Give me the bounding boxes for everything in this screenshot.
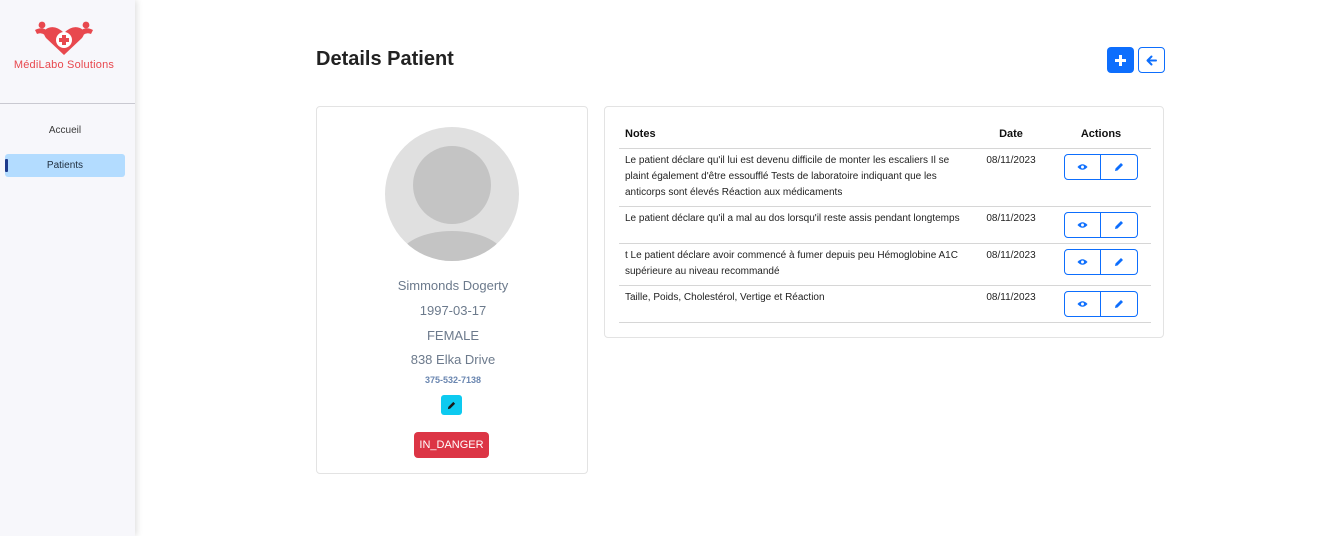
medilabo-logo-icon xyxy=(35,21,93,55)
edit-note-button[interactable] xyxy=(1101,211,1138,238)
user-placeholder-icon xyxy=(400,146,504,261)
notes-table: Notes Date Actions Le patient déclare qu… xyxy=(619,120,1151,323)
table-row: Le patient déclare qu'il lui est devenu … xyxy=(619,148,1151,207)
table-header-row: Notes Date Actions xyxy=(619,120,1151,149)
sidebar-divider xyxy=(0,103,135,104)
plus-icon xyxy=(1115,54,1126,66)
note-text: Le patient déclare qu'il a mal au dos lo… xyxy=(619,206,971,244)
patient-name: Simmonds Dogerty xyxy=(397,278,509,293)
view-note-button[interactable] xyxy=(1064,290,1101,317)
sidebar-item-patients[interactable]: Patients xyxy=(5,154,125,177)
patient-card: Simmonds Dogerty 1997-03-17 FEMALE 838 E… xyxy=(316,106,588,474)
edit-note-button[interactable] xyxy=(1101,290,1138,317)
status-badge: IN_DANGER xyxy=(414,432,489,458)
note-date: 08/11/2023 xyxy=(971,148,1051,207)
page-title: Details Patient xyxy=(316,48,454,70)
eye-icon xyxy=(1077,163,1088,170)
column-header-actions: Actions xyxy=(1051,120,1151,149)
column-header-notes: Notes xyxy=(619,120,971,149)
pencil-icon xyxy=(1115,220,1123,229)
pencil-icon xyxy=(447,401,456,409)
note-actions xyxy=(1051,206,1151,244)
notes-card: Notes Date Actions Le patient déclare qu… xyxy=(604,106,1164,338)
table-row: Taille, Poids, Cholestérol, Vertige et R… xyxy=(619,285,1151,323)
note-date: 08/11/2023 xyxy=(971,206,1051,244)
pencil-icon xyxy=(1115,162,1123,171)
back-button[interactable] xyxy=(1138,47,1165,73)
sidebar: MédiLabo Solutions Accueil Patients xyxy=(0,0,135,536)
view-note-button[interactable] xyxy=(1064,153,1101,180)
note-actions xyxy=(1051,148,1151,207)
edit-note-button[interactable] xyxy=(1101,153,1138,180)
eye-icon xyxy=(1077,221,1088,228)
patient-address: 838 Elka Drive xyxy=(410,352,496,367)
edit-patient-button[interactable] xyxy=(441,395,462,415)
eye-icon xyxy=(1077,258,1088,265)
pencil-icon xyxy=(1115,299,1123,308)
eye-icon xyxy=(1077,300,1088,307)
patient-birthdate: 1997-03-17 xyxy=(419,303,487,318)
table-row: t Le patient déclare avoir commencé à fu… xyxy=(619,243,1151,286)
view-note-button[interactable] xyxy=(1064,211,1101,238)
pencil-icon xyxy=(1115,257,1123,266)
note-date: 08/11/2023 xyxy=(971,243,1051,286)
patient-gender: FEMALE xyxy=(426,328,479,343)
arrow-left-icon xyxy=(1146,55,1157,65)
view-note-button[interactable] xyxy=(1064,248,1101,275)
note-text: Taille, Poids, Cholestérol, Vertige et R… xyxy=(619,285,971,323)
note-date: 08/11/2023 xyxy=(971,285,1051,323)
note-actions xyxy=(1051,285,1151,323)
sidebar-item-accueil[interactable]: Accueil xyxy=(5,119,125,142)
avatar xyxy=(385,127,519,261)
brand-name: MédiLabo Solutions xyxy=(13,59,115,71)
edit-note-button[interactable] xyxy=(1101,248,1138,275)
note-actions xyxy=(1051,243,1151,286)
add-note-button[interactable] xyxy=(1107,47,1134,73)
patient-phone: 375-532-7138 xyxy=(424,375,482,385)
note-text: t Le patient déclare avoir commencé à fu… xyxy=(619,243,971,286)
column-header-date: Date xyxy=(971,120,1051,149)
brand[interactable]: MédiLabo Solutions xyxy=(0,20,128,71)
note-text: Le patient déclare qu'il lui est devenu … xyxy=(619,148,971,207)
table-row: Le patient déclare qu'il a mal au dos lo… xyxy=(619,206,1151,244)
